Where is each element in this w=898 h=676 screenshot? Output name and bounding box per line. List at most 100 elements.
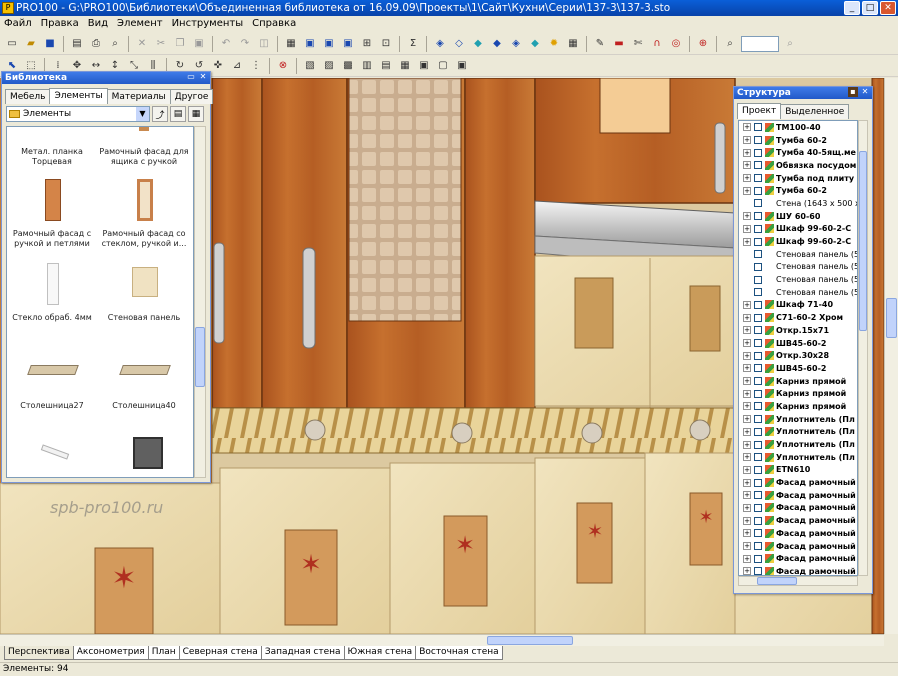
structure-vertical-scrollbar[interactable] [858, 120, 868, 576]
expand-icon[interactable]: + [743, 148, 751, 157]
tree-row[interactable]: + С71-60-2 Хром [739, 311, 857, 324]
menu-help[interactable]: Справка [252, 16, 296, 32]
tree-row[interactable]: + Тумба под плиту [739, 172, 857, 185]
show-icon[interactable]: ▦ [397, 58, 413, 74]
visibility-checkbox[interactable] [754, 186, 762, 195]
expand-icon[interactable]: + [743, 542, 751, 551]
sum-icon[interactable]: Σ [405, 36, 421, 52]
tree-row[interactable]: Стена (1643 x 500 x 5( [739, 197, 857, 210]
tree-row[interactable]: + Фасад рамочный [739, 502, 857, 515]
chevron-down-icon[interactable]: ▼ [136, 107, 149, 121]
visibility-checkbox[interactable] [754, 554, 762, 563]
tree-row[interactable]: + Карниз прямой [739, 400, 857, 413]
visibility-checkbox[interactable] [754, 415, 762, 424]
library-item[interactable]: Стеновая панель [99, 257, 189, 331]
delete-icon[interactable]: ✕ [134, 36, 150, 52]
visibility-checkbox[interactable] [754, 300, 762, 309]
ungroup-icon[interactable]: ▨ [321, 58, 337, 74]
visibility-checkbox[interactable] [754, 262, 762, 271]
ruler-icon[interactable]: ▬ [611, 36, 627, 52]
frame2-icon[interactable]: ▣ [321, 36, 337, 52]
view-tab-west-wall[interactable]: Западная стена [260, 646, 345, 660]
layout-icon[interactable]: ▦ [283, 36, 299, 52]
tree-row[interactable]: + Карниз прямой [739, 387, 857, 400]
snapshot-icon[interactable]: ◫ [256, 36, 272, 52]
expand-icon[interactable]: + [743, 123, 751, 132]
expand-icon[interactable]: + [743, 567, 751, 575]
visibility-checkbox[interactable] [754, 313, 762, 322]
viewport-vertical-scrollbar[interactable] [884, 78, 898, 634]
tree-row[interactable]: + Фасад рамочный [739, 540, 857, 553]
visibility-checkbox[interactable] [754, 275, 762, 284]
visibility-checkbox[interactable] [754, 326, 762, 335]
layer-icon[interactable]: ▣ [416, 58, 432, 74]
layer2-icon[interactable]: ▢ [435, 58, 451, 74]
visibility-checkbox[interactable] [754, 516, 762, 525]
tree-row[interactable]: + Тумба 60-2 [739, 134, 857, 147]
visibility-checkbox[interactable] [754, 567, 762, 575]
undo-icon[interactable]: ↶ [218, 36, 234, 52]
visibility-checkbox[interactable] [754, 136, 762, 145]
tree-row[interactable]: + ТМ100-40 [739, 121, 857, 134]
expand-icon[interactable]: + [743, 377, 751, 386]
crosshair-icon[interactable]: ⊕ [695, 36, 711, 52]
library-item[interactable]: Столешница27 [7, 345, 97, 419]
view-tab-axonometry[interactable]: Аксонометрия [72, 646, 149, 660]
library-item[interactable]: Столешница40 [99, 345, 189, 419]
view-grid-button[interactable]: ▦ [188, 106, 204, 122]
cube-solid-icon[interactable]: ◆ [470, 36, 486, 52]
wrench-icon[interactable]: ✎ [592, 36, 608, 52]
expand-icon[interactable]: + [743, 453, 751, 462]
library-scrollbar[interactable] [194, 126, 206, 478]
tree-row[interactable]: + ШВ45-60-2 [739, 362, 857, 375]
cube-icon[interactable]: ◈ [432, 36, 448, 52]
library-item[interactable]: Метал. планка Торцевая [7, 127, 97, 167]
expand-icon[interactable]: + [743, 237, 751, 246]
tree-row[interactable]: + Фасад рамочный [739, 565, 857, 575]
visibility-checkbox[interactable] [754, 174, 762, 183]
expand-icon[interactable]: + [743, 491, 751, 500]
tree-row[interactable]: + Фасад рамочный [739, 489, 857, 502]
visibility-checkbox[interactable] [754, 465, 762, 474]
frame-icon[interactable]: ▣ [302, 36, 318, 52]
tree-row[interactable]: + Тумба 40-5ящ.ме [739, 146, 857, 159]
structure-close-icon[interactable]: ✕ [860, 87, 870, 97]
tree-row[interactable]: + ШВ45-60-2 [739, 337, 857, 350]
tab-selected[interactable]: Выделенное [780, 104, 850, 119]
close-button[interactable]: ✕ [880, 1, 896, 15]
visibility-checkbox[interactable] [754, 529, 762, 538]
visibility-checkbox[interactable] [754, 503, 762, 512]
cube-textured-icon[interactable]: ◈ [508, 36, 524, 52]
export-icon[interactable]: ▤ [69, 36, 85, 52]
visibility-checkbox[interactable] [754, 339, 762, 348]
scissors-icon[interactable]: ✄ [630, 36, 646, 52]
copy-icon[interactable]: ❐ [172, 36, 188, 52]
visibility-checkbox[interactable] [754, 237, 762, 246]
structure-pin-icon[interactable]: ▪ [848, 87, 858, 97]
pin-icon[interactable]: ⊗ [275, 58, 291, 74]
visibility-checkbox[interactable] [754, 123, 762, 132]
tree-row[interactable]: Стеновая панель (50 : [739, 273, 857, 286]
expand-icon[interactable]: + [743, 313, 751, 322]
visibility-checkbox[interactable] [754, 351, 762, 360]
camera-icon[interactable]: ⊡ [378, 36, 394, 52]
expand-icon[interactable]: + [743, 136, 751, 145]
menu-file[interactable]: Файл [4, 16, 32, 32]
dimension-icon[interactable]: ⊞ [359, 36, 375, 52]
view-tab-south-wall[interactable]: Южная стена [343, 646, 417, 660]
tree-row[interactable]: + Шкаф 99-60-2-С [739, 223, 857, 236]
expand-icon[interactable]: + [743, 427, 751, 436]
expand-icon[interactable]: + [743, 186, 751, 195]
expand-icon[interactable]: + [743, 364, 751, 373]
move-center-icon[interactable]: ✜ [210, 58, 226, 74]
print-preview-icon[interactable]: ⌕ [107, 36, 123, 52]
tree-row[interactable]: + Откр.30х28 [739, 349, 857, 362]
tree-row[interactable]: + Уплотнитель (Пл [739, 438, 857, 451]
tree-row[interactable]: + Карниз прямой [739, 375, 857, 388]
tab-other[interactable]: Другое [169, 89, 214, 104]
lock-icon[interactable]: ▩ [340, 58, 356, 74]
tree-row[interactable]: Стеновая панель (50 : [739, 248, 857, 261]
cut-icon[interactable]: ✂ [153, 36, 169, 52]
library-minimize-icon[interactable]: ▭ [186, 72, 196, 82]
visibility-checkbox[interactable] [754, 491, 762, 500]
